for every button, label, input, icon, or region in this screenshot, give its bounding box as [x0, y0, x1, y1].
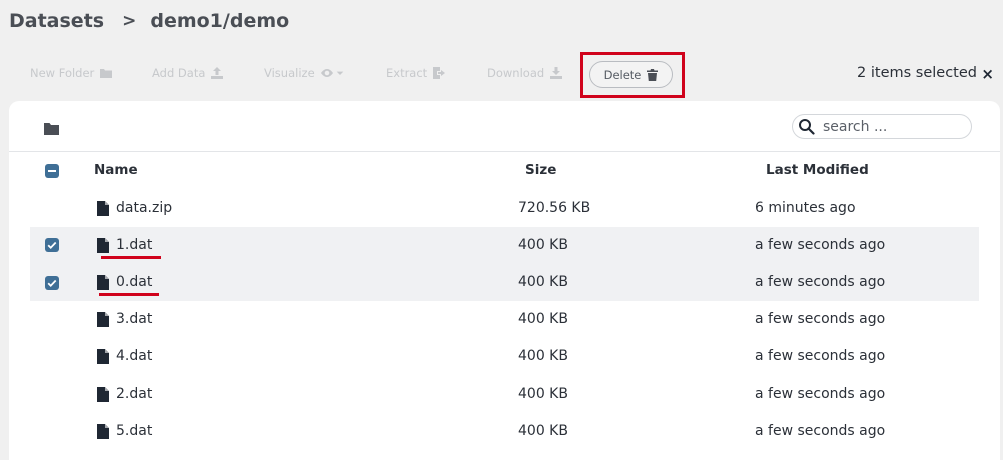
file-icon: [97, 201, 109, 216]
file-modified: 6 minutes ago: [755, 200, 856, 216]
table-row[interactable]: 1.dat 400 KB a few seconds ago: [30, 227, 979, 264]
table-row[interactable]: data.zip 720.56 KB 6 minutes ago: [30, 190, 979, 227]
file-size: 400 KB: [518, 237, 568, 253]
table-row[interactable]: 3.dat 400 KB a few seconds ago: [30, 301, 979, 338]
file-name[interactable]: 1.dat: [116, 237, 152, 253]
red-underline-annotation: [101, 256, 161, 259]
file-size: 400 KB: [518, 274, 568, 290]
file-name[interactable]: 5.dat: [116, 423, 152, 439]
trash-icon: [647, 68, 659, 81]
extract-button[interactable]: Extract: [386, 66, 446, 80]
eye-icon: [320, 69, 333, 77]
file-modified: a few seconds ago: [755, 311, 886, 327]
add-data-label: Add Data: [152, 66, 206, 80]
caret-down-icon: [336, 71, 343, 75]
download-label: Download: [487, 66, 545, 80]
red-underline-annotation: [99, 293, 159, 296]
search-icon: [799, 119, 815, 135]
breadcrumb-root[interactable]: Datasets: [9, 10, 104, 32]
extract-label: Extract: [386, 66, 428, 80]
file-modified: a few seconds ago: [755, 423, 886, 439]
search-box: [792, 114, 972, 139]
file-modified: a few seconds ago: [755, 348, 886, 364]
file-modified: a few seconds ago: [755, 274, 886, 290]
file-size: 400 KB: [518, 311, 568, 327]
file-icon: [97, 275, 109, 290]
new-folder-label: New Folder: [30, 66, 95, 80]
panel-header: [9, 101, 1000, 152]
file-size: 720.56 KB: [518, 200, 591, 216]
file-name[interactable]: 3.dat: [116, 311, 152, 327]
file-size: 400 KB: [518, 386, 568, 402]
file-name[interactable]: 0.dat: [116, 274, 152, 290]
file-icon: [97, 387, 109, 402]
breadcrumb-separator: >: [122, 11, 137, 31]
column-name[interactable]: Name: [94, 162, 138, 178]
download-icon: [550, 67, 563, 79]
delete-button[interactable]: Delete: [589, 61, 673, 88]
selection-status: 2 items selected: [857, 65, 977, 81]
visualize-label: Visualize: [264, 66, 315, 80]
file-size: 400 KB: [518, 348, 568, 364]
new-folder-button[interactable]: New Folder: [30, 66, 113, 80]
clear-selection-icon[interactable]: ×: [981, 65, 994, 83]
row-checkbox[interactable]: [45, 276, 59, 290]
checkmark-icon: [47, 279, 57, 287]
select-all-checkbox[interactable]: [45, 164, 59, 178]
file-size: 400 KB: [518, 423, 568, 439]
file-modified: a few seconds ago: [755, 237, 886, 253]
breadcrumb: Datasets > demo1/demo: [9, 10, 289, 32]
column-last-modified[interactable]: Last Modified: [766, 162, 869, 178]
file-name[interactable]: data.zip: [116, 200, 172, 216]
column-size[interactable]: Size: [525, 162, 556, 178]
toolbar: New Folder Add Data Visualize Extract Do…: [0, 52, 1003, 98]
row-checkbox[interactable]: [45, 238, 59, 252]
table-row[interactable]: 0.dat 400 KB a few seconds ago: [30, 264, 979, 301]
breadcrumb-current: demo1/demo: [150, 10, 290, 32]
table-row[interactable]: 4.dat 400 KB a few seconds ago: [30, 338, 979, 375]
checkmark-icon: [47, 241, 57, 249]
download-button[interactable]: Download: [487, 66, 563, 80]
search-input[interactable]: [823, 118, 963, 136]
folder-icon[interactable]: [44, 122, 59, 135]
file-icon: [97, 424, 109, 439]
delete-label: Delete: [603, 67, 642, 82]
file-icon: [97, 238, 109, 253]
table-row[interactable]: 2.dat 400 KB a few seconds ago: [30, 376, 979, 413]
file-name[interactable]: 2.dat: [116, 386, 152, 402]
file-modified: a few seconds ago: [755, 386, 886, 402]
file-icon: [97, 349, 109, 364]
upload-icon: [211, 67, 224, 79]
table-header: Name Size Last Modified: [30, 152, 979, 189]
table-row[interactable]: 5.dat 400 KB a few seconds ago: [30, 413, 979, 450]
add-data-button[interactable]: Add Data: [152, 66, 224, 80]
file-icon: [97, 312, 109, 327]
file-name[interactable]: 4.dat: [116, 348, 152, 364]
folder-plus-icon: [100, 69, 113, 78]
export-icon: [433, 67, 446, 79]
file-browser-panel: Name Size Last Modified data.zip 720.56 …: [9, 101, 1000, 460]
visualize-dropdown[interactable]: Visualize: [264, 66, 344, 80]
indeterminate-icon: [48, 170, 56, 172]
